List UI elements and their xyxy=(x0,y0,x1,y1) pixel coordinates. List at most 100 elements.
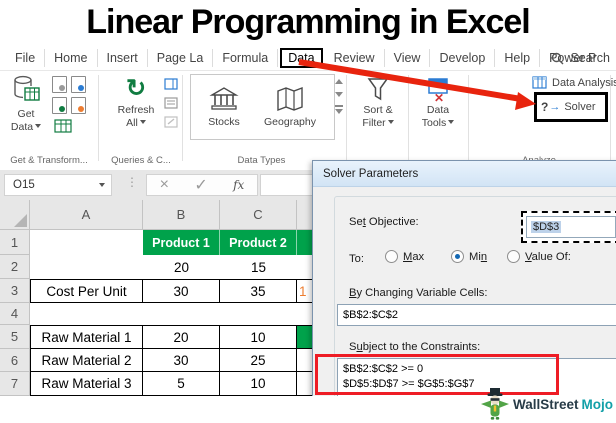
tab-insert[interactable]: Insert xyxy=(98,49,148,67)
geography-button[interactable]: Geography xyxy=(257,75,323,139)
tab-developer[interactable]: Develop xyxy=(430,49,496,67)
radio-max-label: Max xyxy=(403,250,425,263)
row-header-1[interactable]: 1 xyxy=(0,230,30,255)
cell-c6[interactable]: 25 xyxy=(220,349,297,372)
cell-a3[interactable]: Cost Per Unit xyxy=(30,279,143,303)
by-changing-label: By Changing Variable Cells: xyxy=(349,287,488,299)
row-header-2[interactable]: 2 xyxy=(0,255,30,279)
gallery-scroll-controls xyxy=(335,79,343,114)
row-header-3[interactable]: 3 xyxy=(0,279,30,303)
refresh-label-2: All xyxy=(126,117,146,130)
data-tools-icon: ✕ xyxy=(428,78,448,104)
cell-d4-partial[interactable] xyxy=(297,303,313,325)
column-header-b[interactable]: B xyxy=(143,200,220,230)
cell-d3-partial[interactable]: 1 xyxy=(297,279,313,303)
group-separator xyxy=(182,75,183,161)
get-data-label-1: Get xyxy=(17,108,35,120)
tab-help[interactable]: Help xyxy=(495,49,541,67)
cell-a2[interactable] xyxy=(30,255,143,279)
column-header-c[interactable]: C xyxy=(220,200,297,230)
gallery-more-icon[interactable] xyxy=(335,105,343,114)
tab-view[interactable]: View xyxy=(385,49,431,67)
svg-text:✕: ✕ xyxy=(434,91,444,104)
cell-b6[interactable]: 30 xyxy=(143,349,220,372)
row-header-5[interactable]: 5 xyxy=(0,325,30,349)
tab-home[interactable]: Home xyxy=(45,49,98,67)
insert-function-icon[interactable]: fx xyxy=(233,178,244,192)
radio-max-icon xyxy=(385,250,398,263)
chevron-down-icon xyxy=(99,183,105,187)
data-tools-button[interactable]: ✕ Data Tools xyxy=(412,76,464,130)
radio-min-label: Min xyxy=(469,250,488,263)
cell-c3[interactable]: 35 xyxy=(220,279,297,303)
cell-a6[interactable]: Raw Material 2 xyxy=(30,349,143,372)
select-all-corner[interactable] xyxy=(0,200,30,230)
gallery-up-icon[interactable] xyxy=(335,79,343,84)
solver-button-annotated[interactable]: ? → Solver xyxy=(534,92,608,122)
tab-data-active[interactable]: Data xyxy=(280,48,323,68)
objective-input[interactable]: $D$3 xyxy=(526,216,616,238)
cell-d5-partial[interactable] xyxy=(297,325,313,349)
cell-d7-partial[interactable] xyxy=(297,372,313,396)
tab-file[interactable]: File xyxy=(6,49,46,67)
cell-c1[interactable]: Product 2 xyxy=(220,230,297,255)
search-box[interactable]: Search xyxy=(551,46,610,70)
edit-links-icon[interactable] xyxy=(164,116,178,128)
properties-icon[interactable] xyxy=(164,97,178,109)
cell-a1[interactable] xyxy=(30,230,143,255)
tab-review[interactable]: Review xyxy=(325,49,385,67)
from-web-icon[interactable] xyxy=(52,97,67,114)
gallery-down-icon[interactable] xyxy=(335,92,343,97)
row-header-7[interactable]: 7 xyxy=(0,372,30,396)
refresh-all-button[interactable]: ↻ Refresh All xyxy=(112,74,160,130)
ribbon-tab-bar: File Home Insert Page La Formula Data Re… xyxy=(6,46,605,70)
data-types-gallery: Stocks Geography xyxy=(190,74,335,140)
group-separator xyxy=(346,75,347,161)
cell-c7[interactable]: 10 xyxy=(220,372,297,396)
row-header-6[interactable]: 6 xyxy=(0,349,30,372)
cell-b7[interactable]: 5 xyxy=(143,372,220,396)
sort-filter-label-1: Sort & xyxy=(363,104,393,116)
data-analysis-button[interactable]: Data Analysis xyxy=(532,76,616,89)
variable-cells-input[interactable]: $B$2:$C$2 xyxy=(337,304,616,326)
tab-formulas[interactable]: Formula xyxy=(213,49,279,67)
cell-d2-partial[interactable] xyxy=(297,255,313,279)
from-range-icon[interactable] xyxy=(54,119,72,133)
enter-icon[interactable]: ✓ xyxy=(194,175,207,195)
cell-d6-partial[interactable] xyxy=(297,349,313,372)
cell-a7[interactable]: Raw Material 3 xyxy=(30,372,143,396)
dialog-title-bar[interactable]: Solver Parameters xyxy=(313,161,616,187)
cell-d1-partial[interactable] xyxy=(297,230,313,255)
stocks-button[interactable]: Stocks xyxy=(191,75,257,139)
cell-b1[interactable]: Product 1 xyxy=(143,230,220,255)
cell-b4[interactable] xyxy=(143,303,220,325)
cell-b3[interactable]: 30 xyxy=(143,279,220,303)
solver-label: Solver xyxy=(564,101,596,113)
cell-b2[interactable]: 20 xyxy=(143,255,220,279)
cell-c2[interactable]: 15 xyxy=(220,255,297,279)
column-header-a[interactable]: A xyxy=(30,200,143,230)
funnel-icon xyxy=(367,78,389,101)
radio-min-selected[interactable]: Min xyxy=(451,250,487,263)
radio-value-of[interactable]: Value Of: xyxy=(507,250,571,263)
group-label-queries: Queries & C... xyxy=(111,155,171,166)
queries-pane-icon[interactable] xyxy=(164,78,178,90)
cell-c4[interactable] xyxy=(220,303,297,325)
get-data-button[interactable]: Get Data xyxy=(5,74,47,134)
from-text-icon[interactable] xyxy=(52,76,67,93)
cell-a4[interactable] xyxy=(30,303,143,325)
name-box[interactable]: O15 xyxy=(4,174,112,196)
radio-max[interactable]: Max xyxy=(385,250,424,263)
group-label-get-transform: Get & Transform... xyxy=(10,155,88,166)
recent-sources-icon[interactable] xyxy=(71,76,86,93)
cell-c5[interactable]: 10 xyxy=(220,325,297,349)
from-table-icon[interactable] xyxy=(71,97,86,114)
row-header-4[interactable]: 4 xyxy=(0,303,30,325)
sort-filter-button[interactable]: Sort & Filter xyxy=(352,76,404,130)
tab-page-layout[interactable]: Page La xyxy=(148,49,214,67)
cell-b5[interactable]: 20 xyxy=(143,325,220,349)
column-header-d-partial[interactable] xyxy=(297,200,313,230)
cell-a5[interactable]: Raw Material 1 xyxy=(30,325,143,349)
radio-value-of-icon xyxy=(507,250,520,263)
cancel-icon[interactable]: × xyxy=(160,176,169,194)
